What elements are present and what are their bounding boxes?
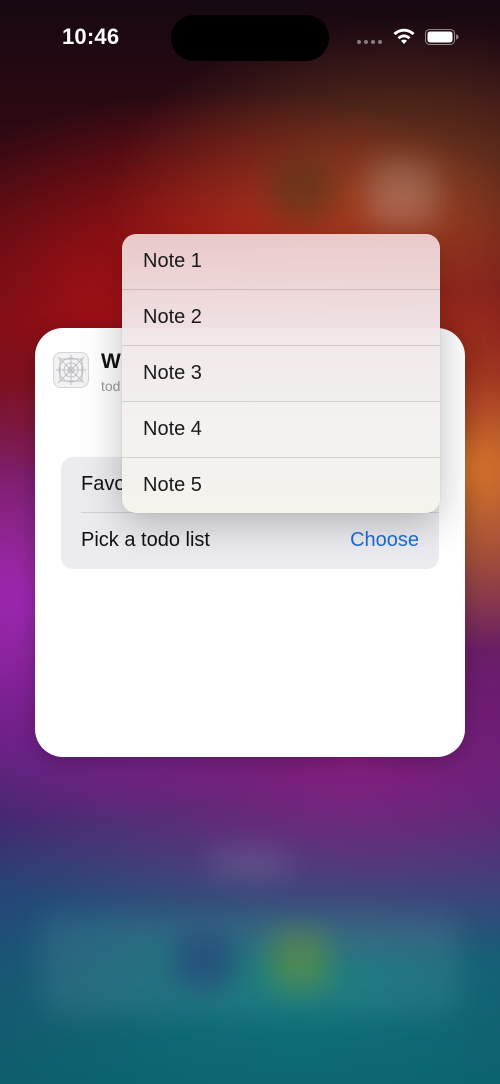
widget-title: W [101, 350, 121, 373]
widget-subtitle: tod [101, 378, 121, 394]
menu-item-label: Note 3 [143, 362, 202, 384]
menu-item-label: Note 2 [143, 306, 202, 328]
wifi-icon [393, 28, 415, 44]
app-placeholder-icon [53, 352, 89, 388]
status-time: 10:46 [62, 24, 120, 49]
menu-item-note-1[interactable]: Note 1 [122, 234, 440, 290]
menu-item-label: Note 5 [143, 474, 202, 496]
pick-todo-list-row[interactable]: Pick a todo list Choose [61, 513, 439, 569]
choose-button[interactable]: Choose [350, 529, 419, 552]
dynamic-island [171, 15, 329, 61]
menu-item-note-5[interactable]: Note 5 [122, 458, 440, 513]
cellular-signal-icon [357, 40, 382, 44]
menu-item-note-4[interactable]: Note 4 [122, 402, 440, 458]
menu-item-note-2[interactable]: Note 2 [122, 290, 440, 346]
pick-todo-list-label: Pick a todo list [81, 529, 210, 551]
menu-item-label: Note 4 [143, 418, 202, 440]
menu-item-note-3[interactable]: Note 3 [122, 346, 440, 402]
battery-icon [425, 29, 459, 45]
favorite-label: Favo [81, 473, 126, 495]
menu-item-label: Note 1 [143, 250, 202, 272]
note-picker-menu: Note 1 Note 2 Note 3 Note 4 Note 5 [122, 234, 440, 513]
